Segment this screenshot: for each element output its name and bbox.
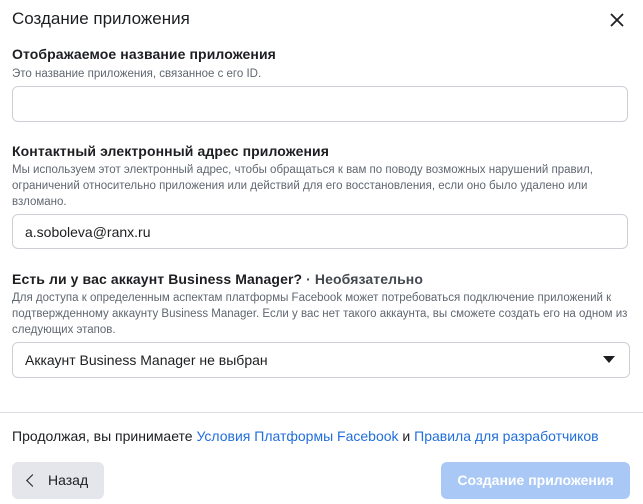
footer-divider: [0, 412, 643, 413]
business-manager-select[interactable]: Аккаунт Business Manager не выбран: [12, 342, 630, 378]
optional-tag: · Необязательно: [302, 271, 424, 287]
terms-and: и: [398, 428, 415, 444]
platform-terms-link[interactable]: Условия Платформы Facebook: [196, 428, 398, 444]
chevron-left-icon: [26, 474, 39, 487]
dialog-title: Создание приложения: [12, 9, 190, 28]
caret-down-icon: [603, 356, 615, 363]
app-name-help: Это название приложения, связанное с его…: [12, 68, 262, 80]
create-app-button-label: Создание приложения: [457, 472, 614, 488]
business-manager-help: Для доступа к определенным аспектам плат…: [12, 292, 628, 336]
business-manager-label: Есть ли у вас аккаунт Business Manager? …: [12, 271, 423, 287]
contact-email-input[interactable]: [13, 215, 627, 248]
terms-text: Продолжая, вы принимаете Условия Платфор…: [12, 428, 599, 444]
contact-email-help: Мы используем этот электронный адрес, чт…: [12, 164, 593, 208]
business-manager-selected-value: Аккаунт Business Manager не выбран: [25, 352, 268, 368]
app-name-label: Отображаемое название приложения: [12, 46, 276, 62]
contact-email-label: Контактный электронный адрес приложения: [12, 143, 330, 159]
back-button[interactable]: Назад: [12, 462, 104, 499]
close-icon: [610, 13, 624, 27]
back-button-label: Назад: [48, 472, 89, 488]
create-app-button[interactable]: Создание приложения: [441, 462, 630, 499]
close-button[interactable]: [608, 11, 626, 29]
app-name-input[interactable]: [13, 87, 627, 121]
business-manager-question: Есть ли у вас аккаунт Business Manager?: [12, 271, 303, 287]
terms-prefix: Продолжая, вы принимаете: [12, 428, 197, 444]
app-name-field-box: [12, 86, 628, 122]
contact-email-field-box: [12, 214, 628, 249]
developer-policies-link[interactable]: Правила для разработчиков: [414, 428, 598, 444]
